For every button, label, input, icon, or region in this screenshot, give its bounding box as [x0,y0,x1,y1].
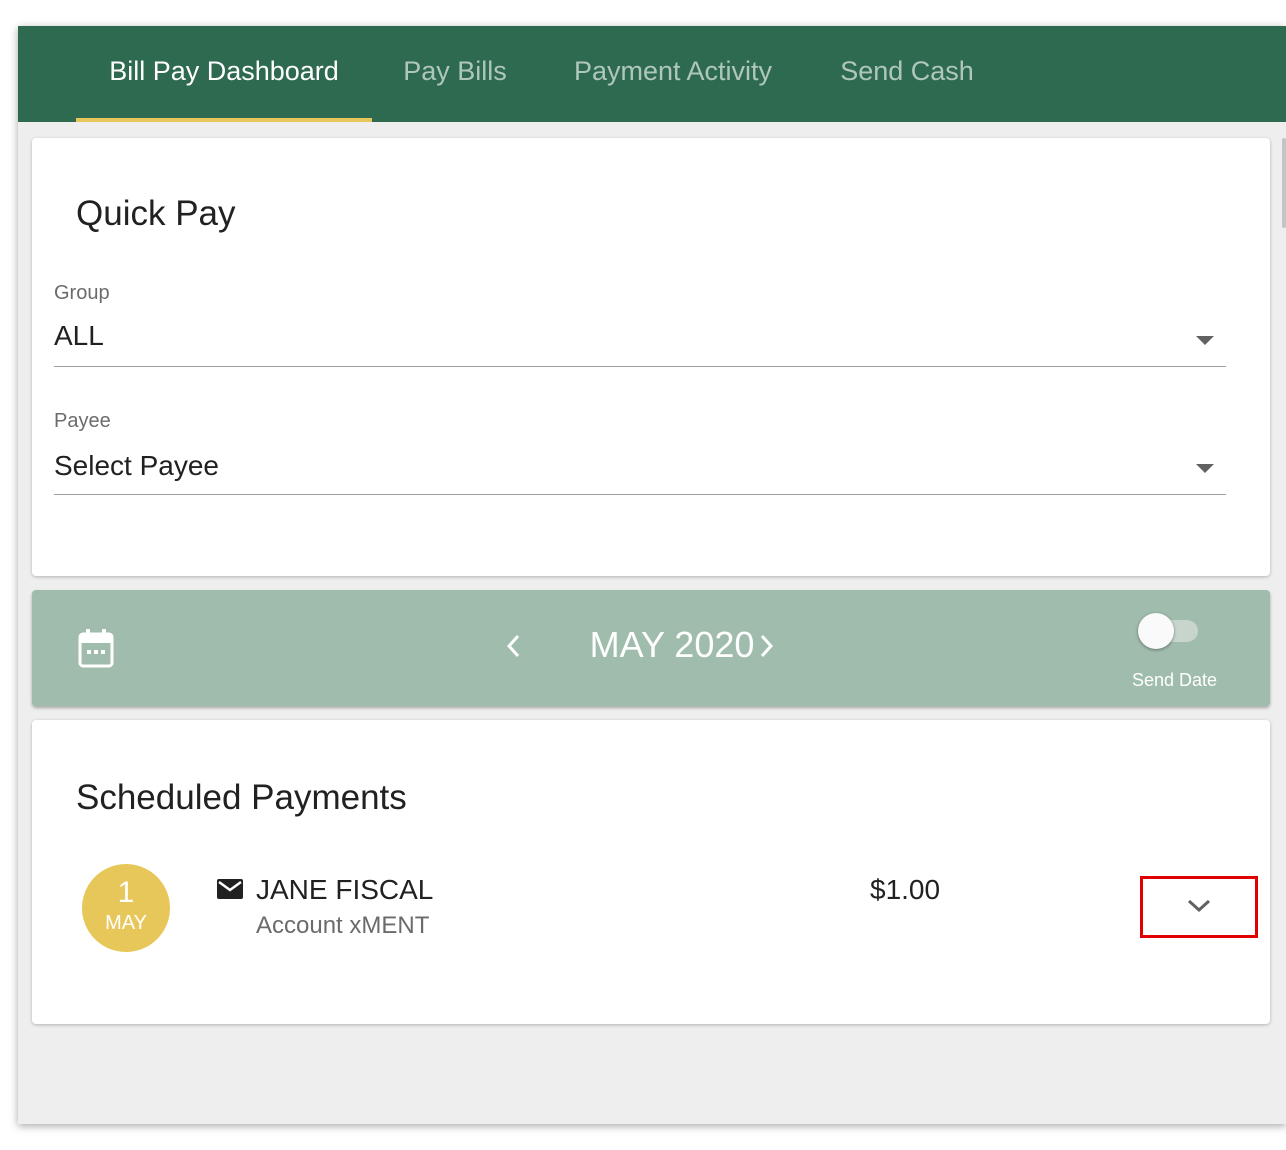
payment-date-day: 1 [117,876,135,909]
payee-underline [54,494,1226,495]
group-select[interactable]: ALL [54,320,104,352]
payment-amount: $1.00 [870,874,941,905]
next-month-chevron-right-icon[interactable] [756,632,776,665]
scrollbar[interactable] [1282,138,1286,228]
send-date-toggle[interactable] [1138,613,1174,649]
app-window: Bill Pay Dashboard Pay Bills Payment Act… [18,26,1286,1124]
payee-dropdown-arrow-icon[interactable] [1196,464,1214,473]
quick-pay-card: Quick Pay Group ALL Payee Select Payee [32,138,1270,576]
payee-select[interactable]: Select Payee [54,450,219,482]
chevron-down-icon [1187,899,1211,913]
top-navigation: Bill Pay Dashboard Pay Bills Payment Act… [18,26,1286,122]
tab-pay-bills[interactable]: Pay Bills [388,26,522,122]
group-label: Group [54,282,110,304]
current-month-label: MAY 2020 [589,624,755,665]
expand-payment-button[interactable] [1140,876,1258,938]
payee-account: Account xMENT [256,912,430,939]
active-tab-indicator [76,118,372,122]
send-date-toggle-label: Send Date [1132,670,1218,690]
scheduled-payments-title: Scheduled Payments [76,778,407,817]
mail-icon [216,878,244,905]
scheduled-payments-card: Scheduled Payments 1 MAY JANE FISCAL Acc… [32,720,1270,1024]
payment-date-badge: 1 MAY [82,864,170,952]
group-underline [54,366,1226,367]
calendar-icon[interactable] [78,628,114,673]
tab-bill-pay-dashboard[interactable]: Bill Pay Dashboard [76,26,372,122]
payment-date-month: MAY [105,912,147,934]
payee-name: JANE FISCAL [256,874,434,905]
group-dropdown-arrow-icon[interactable] [1196,336,1214,345]
previous-month-chevron-left-icon[interactable] [504,632,524,665]
calendar-month-bar: MAY 2020 Send Date [32,590,1270,706]
quick-pay-title: Quick Pay [76,194,236,233]
payee-label: Payee [54,410,111,432]
tab-send-cash[interactable]: Send Cash [822,26,992,122]
tab-payment-activity[interactable]: Payment Activity [548,26,798,122]
